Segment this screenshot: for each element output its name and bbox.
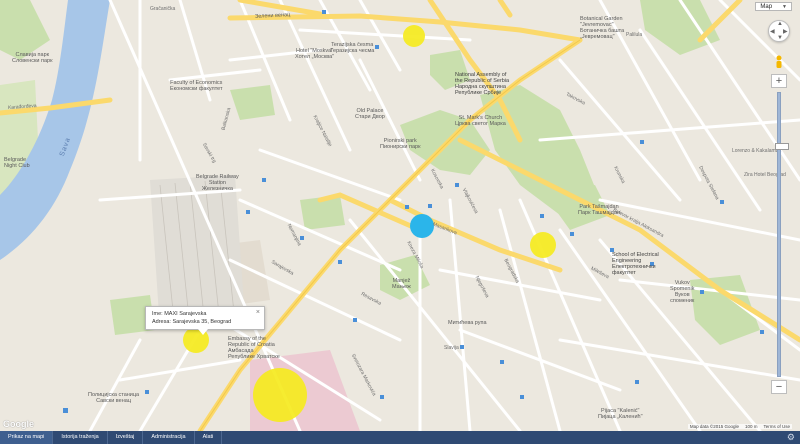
- map-base: [0, 0, 800, 431]
- map-canvas[interactable]: Зелени венац Terazijska česma Теразијска…: [0, 0, 800, 431]
- info-window-name: Ime: MAXI Sarajevska: [152, 311, 207, 317]
- pan-left-icon[interactable]: ◀: [770, 28, 775, 35]
- terms-link[interactable]: Terms of Use: [763, 424, 790, 429]
- tab-tools[interactable]: Alati: [195, 431, 223, 444]
- pan-right-icon[interactable]: ▶: [783, 28, 788, 35]
- label-tasmajdan: Park Tašmajdan Парк Ташмајдан: [578, 204, 620, 216]
- info-window-tail: [198, 329, 208, 335]
- zoom-slider-track[interactable]: [775, 92, 789, 377]
- zoom-slider-handle[interactable]: [775, 143, 789, 150]
- zoom-out-button[interactable]: −: [771, 380, 787, 394]
- label-palilula: Palilula: [626, 32, 643, 38]
- label-vukov: Vukov Spomenik Вуков споменик: [670, 280, 695, 304]
- info-window: Ime: MAXI Sarajevska Adresa: Sarajevska …: [145, 306, 265, 335]
- tab-report[interactable]: Izveštaj: [108, 431, 144, 444]
- label-belgrade-bar: Belgrade Night Club: [4, 157, 30, 169]
- label-belgrade-rs: Belgrade Railway Station Железничка: [196, 174, 239, 192]
- label-faculty-econ: Faculty of Economics Економски факултет: [170, 80, 223, 92]
- label-miticeva: Митићева рупа: [448, 320, 487, 326]
- label-embassy: Embassy of the Republic of Croatia Амбас…: [228, 336, 280, 360]
- zoom-in-button[interactable]: +: [771, 74, 787, 88]
- tab-administration[interactable]: Administracija: [143, 431, 195, 444]
- marker-store: [403, 25, 425, 47]
- marker-selected: [410, 214, 434, 238]
- label-kalemegdan: Pijaca "Kalenić" Пијаца „Каленић": [598, 408, 643, 420]
- label-slavija: Slavija: [444, 345, 459, 351]
- label-hotel-moskva: Hotel "Moskva" Хотел „Москва": [295, 48, 335, 60]
- google-logo: Google: [3, 419, 34, 429]
- map-data-credit: Map data ©2015 Google: [689, 424, 739, 429]
- label-slomljeni: Славија парк Словенски парк: [12, 52, 53, 64]
- pegman-icon: [776, 55, 782, 68]
- label-terazije: Terazijska česma Теразијска чесма: [330, 42, 375, 54]
- zoom-control: + −: [771, 74, 789, 394]
- map-credit: Map data ©2015 Google 100 m Terms of Use: [687, 424, 792, 429]
- label-lorenzo: Lorenzo & Kakalamba: [732, 148, 782, 154]
- map-scale: 100 m: [744, 424, 758, 429]
- label-skupstina: National Assembly of the Republic of Ser…: [455, 72, 510, 96]
- label-electrical: School of Electrical Engineering Електро…: [612, 252, 659, 276]
- label-gracanicka: Gračanička: [150, 6, 176, 12]
- map-type-control[interactable]: Map ▼: [755, 2, 792, 11]
- label-manjez: Manjež Мањеж: [392, 278, 411, 290]
- pan-up-icon[interactable]: ▲: [777, 21, 783, 27]
- pan-down-icon[interactable]: ▼: [777, 35, 783, 41]
- tab-map-view[interactable]: Prikaz na mapi: [0, 431, 54, 444]
- map-type-label: Map: [760, 3, 773, 10]
- gear-icon[interactable]: ⚙: [787, 432, 795, 443]
- pan-control[interactable]: ▲ ◀ ▶ ▼: [768, 20, 790, 42]
- label-pionirski: Pionirski park Пионирски парк: [380, 138, 421, 150]
- marker-store: [530, 232, 556, 258]
- label-st-marks: St. Mark's Church Црква светог Марка: [455, 115, 506, 127]
- close-icon[interactable]: ×: [256, 309, 260, 317]
- bottom-nav: Prikaz na mapi Istorija traženja Izvešta…: [0, 431, 800, 444]
- marker-store: [253, 368, 307, 422]
- chevron-down-icon: ▼: [782, 3, 787, 10]
- tab-search-history[interactable]: Istorija traženja: [53, 431, 108, 444]
- label-botanical: Botanical Garden "Jevremovac" Ботаничка …: [580, 16, 625, 40]
- label-policijska: Полицијска станица Савски венац: [88, 392, 140, 404]
- label-old-palace: Old Palace Стари Двор: [355, 108, 385, 120]
- info-window-address: Adresa: Sarajevska 35, Beograd: [152, 319, 232, 325]
